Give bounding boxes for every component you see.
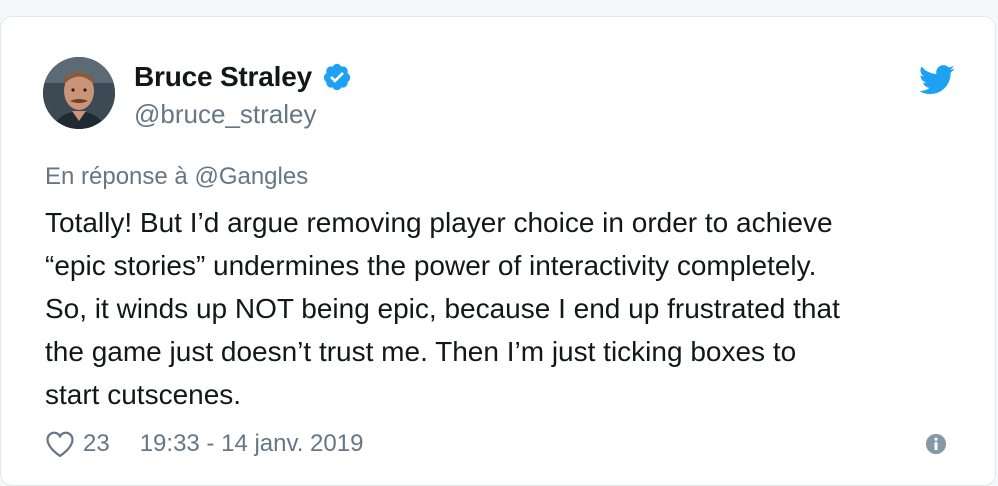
twitter-bird-icon[interactable] xyxy=(919,65,955,95)
reply-context: En réponse à @Gangles xyxy=(45,163,308,191)
avatar-photo xyxy=(43,57,115,129)
heart-outline-icon[interactable] xyxy=(45,430,75,458)
reply-prefix: En réponse à xyxy=(45,163,188,190)
author-display-name[interactable]: Bruce Straley xyxy=(134,61,312,93)
tweet-text: Totally! But I’d argue removing player c… xyxy=(45,201,965,416)
tweet-text-line: So, it winds up NOT being epic, because … xyxy=(45,293,840,324)
tweet-timestamp[interactable]: 19:33 - 14 janv. 2019 xyxy=(140,430,364,458)
author-handle[interactable]: @bruce_straley xyxy=(134,99,352,130)
info-circle-icon[interactable] xyxy=(925,433,947,455)
tweet-text-line: start cutscenes. xyxy=(45,379,242,410)
author-info: Bruce Straley @bruce_straley xyxy=(134,59,352,130)
tweet-text-line: Totally! But I’d argue removing player c… xyxy=(45,207,833,238)
tweet-text-line: “epic stories” undermines the power of i… xyxy=(45,250,817,281)
tweet-text-line: the game just doesn’t trust me. Then I’m… xyxy=(45,336,797,367)
author-avatar[interactable] xyxy=(43,57,115,129)
tweet-footer: 23 19:33 - 14 janv. 2019 xyxy=(45,427,363,461)
like-count[interactable]: 23 xyxy=(83,430,110,458)
tweet-card[interactable]: Bruce Straley @bruce_straley En réponse … xyxy=(0,16,996,486)
display-name-row: Bruce Straley xyxy=(134,59,352,95)
verified-badge-icon xyxy=(323,63,351,91)
reply-mention-link[interactable]: @Gangles xyxy=(194,163,308,190)
